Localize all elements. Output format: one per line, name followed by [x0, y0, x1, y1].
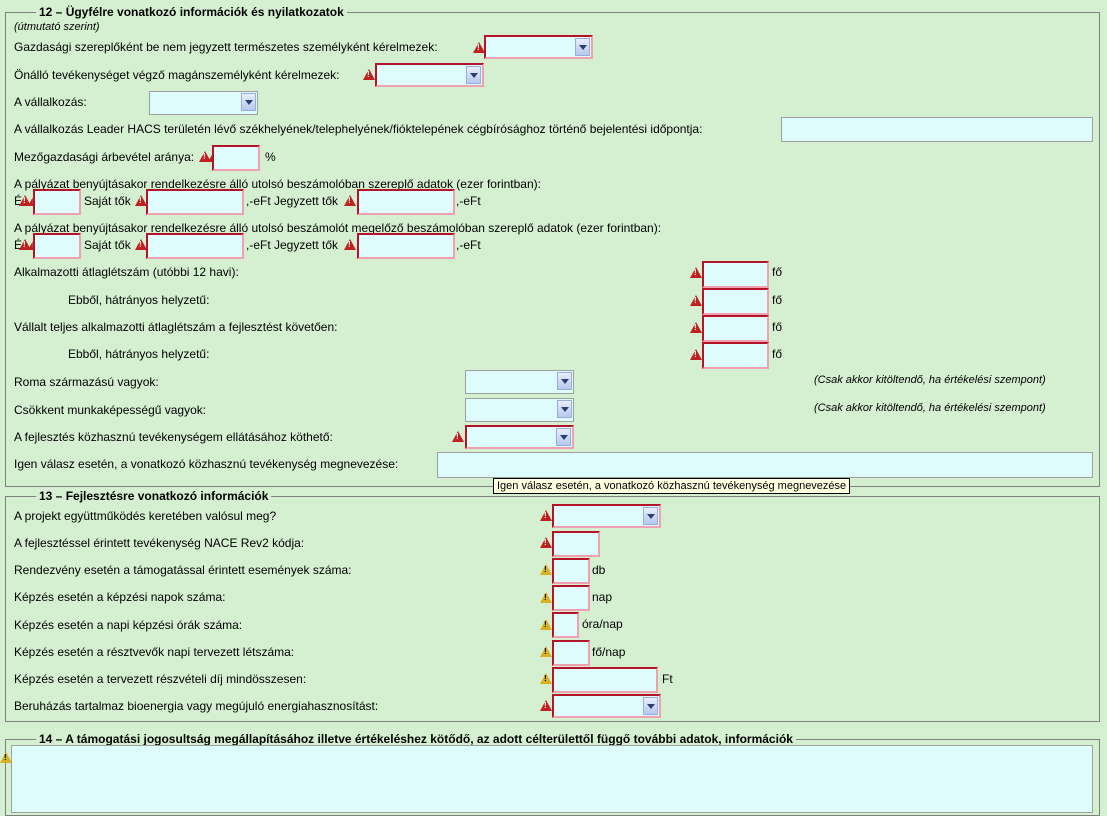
section-13-legend: 13 – Fejlesztésre vonatkozó információk	[36, 489, 272, 503]
select-bioenergia[interactable]	[552, 694, 661, 718]
note-roma: (Csak akkor kitöltendő, ha értékelési sz…	[814, 374, 1046, 386]
label-dij: Képzés esetén a tervezett részvételi díj…	[14, 672, 307, 686]
select-onallo[interactable]	[375, 63, 484, 87]
select-gazdasagi[interactable]	[484, 35, 593, 59]
input-napi-orak[interactable]	[552, 612, 579, 638]
warning-icon	[540, 510, 552, 521]
unit-ft: Ft	[662, 672, 673, 686]
section-12-legend: 12 – Ügyfélre vonatkozó információk és n…	[36, 5, 347, 19]
warning-icon	[344, 195, 356, 206]
label-beszamolo-2: A pályázat benyújtásakor rendelkezésre á…	[14, 221, 662, 235]
input-kepzesi-napok[interactable]	[552, 585, 590, 611]
unit-fo: fő	[772, 265, 783, 279]
warning-icon	[363, 69, 375, 80]
label-nace: A fejlesztéssel érintett tevékenység NAC…	[14, 536, 305, 550]
select-csokkent[interactable]	[465, 398, 574, 422]
warning-icon	[540, 646, 552, 657]
label-projekt: A projekt együttműködés keretében valósu…	[14, 509, 277, 523]
warning-icon	[452, 431, 464, 442]
label-napi-orak: Képzés esetén a napi képzési órák száma:	[14, 618, 243, 632]
chevron-down-icon	[643, 697, 658, 715]
label-eft: ,-eFt	[456, 238, 481, 252]
input-hatranyos-2[interactable]	[702, 342, 769, 369]
warning-icon	[690, 322, 702, 333]
input-mezogazdasagi[interactable]	[212, 145, 260, 171]
input-hatranyos-1[interactable]	[702, 288, 769, 315]
chevron-down-icon	[557, 372, 572, 390]
input-sajat-tok-2[interactable]	[146, 233, 244, 259]
label-eft: ,-eFt	[456, 194, 481, 208]
label-kozhasznu: A fejlesztés közhasznú tevékenységem ell…	[14, 430, 333, 444]
label-igen-valasz: Igen válasz esetén, a vonatkozó közhaszn…	[14, 457, 399, 471]
label-leader: A vállalkozás Leader HACS területén lévő…	[14, 122, 703, 136]
input-jegyzett-tok-2[interactable]	[357, 233, 455, 259]
warning-icon	[540, 700, 552, 711]
input-dij[interactable]	[552, 667, 658, 693]
input-e-1[interactable]	[33, 189, 81, 215]
chevron-down-icon	[575, 38, 590, 56]
warning-icon	[540, 564, 552, 575]
label-vallalkozas: A vállalkozás:	[14, 95, 87, 109]
unit-fo: fő	[772, 320, 783, 334]
unit-ora-nap: óra/nap	[582, 617, 623, 631]
label-rendezveny: Rendezvény esetén a támogatással érintet…	[14, 563, 352, 577]
select-projekt[interactable]	[552, 504, 661, 528]
warning-icon	[540, 592, 552, 603]
warning-icon	[690, 267, 702, 278]
input-leader-date[interactable]	[781, 117, 1093, 142]
chevron-down-icon	[556, 428, 571, 446]
label-alkalmazotti: Alkalmazotti átlaglétszám (utóbbi 12 hav…	[14, 265, 239, 279]
label-hatranyos-2: Ebből, hátrányos helyzetű:	[68, 347, 210, 361]
label-hatranyos-1: Ebből, hátrányos helyzetű:	[68, 293, 210, 307]
label-mezogazdasagi: Mezőgazdasági árbevétel aránya:	[14, 150, 195, 164]
label-kepzesi-napok: Képzés esetén a képzési napok száma:	[14, 590, 226, 604]
label-bioenergia: Beruházás tartalmaz bioenergia vagy megú…	[14, 699, 379, 713]
label-csokkent: Csökkent munkaképességű vagyok:	[14, 403, 207, 417]
label-resztvevok: Képzés esetén a résztvevők napi tervezet…	[14, 645, 295, 659]
input-alkalmazotti[interactable]	[702, 261, 769, 288]
warning-icon	[540, 619, 552, 630]
select-roma[interactable]	[465, 370, 574, 394]
chevron-down-icon	[241, 93, 256, 111]
chevron-down-icon	[643, 507, 658, 525]
chevron-down-icon	[466, 66, 481, 84]
textarea-tovabbi-adatok[interactable]	[11, 745, 1093, 813]
warning-icon	[344, 239, 356, 250]
input-vallalt[interactable]	[702, 315, 769, 342]
input-rendezveny[interactable]	[552, 558, 590, 584]
select-kozhasznu[interactable]	[465, 425, 574, 449]
input-sajat-tok-1[interactable]	[146, 189, 244, 215]
unit-nap: nap	[592, 590, 613, 604]
label-onallo: Önálló tevékenységet végző magánszemélyk…	[14, 68, 340, 82]
label-sajat-tok: Saját tők	[84, 238, 131, 252]
warning-icon	[690, 295, 702, 306]
percent-unit: %	[265, 150, 276, 164]
unit-fo: fő	[772, 293, 783, 307]
warning-icon	[540, 537, 552, 548]
tooltip: Igen válasz esetén, a vonatkozó közhaszn…	[493, 478, 851, 494]
label-roma: Roma származású vagyok:	[14, 375, 159, 389]
label-gazdasagi: Gazdasági szereplőként be nem jegyzett t…	[14, 40, 438, 54]
label-vallalt: Vállalt teljes alkalmazotti átlaglétszám…	[14, 320, 338, 334]
note-csokkent: (Csak akkor kitöltendő, ha értékelési sz…	[814, 402, 1046, 414]
warning-icon	[540, 673, 552, 684]
warning-icon	[690, 349, 702, 360]
chevron-down-icon	[557, 400, 572, 418]
select-vallalkozas[interactable]	[149, 91, 258, 115]
input-nace[interactable]	[552, 531, 600, 557]
label-beszamolo-1: A pályázat benyújtásakor rendelkezésre á…	[14, 177, 541, 191]
unit-fo-nap: fő/nap	[592, 645, 626, 659]
hint-text: (útmutató szerint)	[14, 21, 100, 33]
input-kozhasznu-megnevezes[interactable]	[437, 452, 1093, 478]
unit-db: db	[592, 563, 606, 577]
unit-fo: fő	[772, 347, 783, 361]
section-14-legend: 14 – A támogatási jogosultság megállapít…	[36, 732, 796, 746]
input-jegyzett-tok-1[interactable]	[357, 189, 455, 215]
label-jegyzett-tok: ,-eFt Jegyzett tők	[246, 238, 339, 252]
input-e-2[interactable]	[33, 233, 81, 259]
label-sajat-tok: Saját tők	[84, 194, 131, 208]
label-jegyzett-tok: ,-eFt Jegyzett tők	[246, 194, 339, 208]
input-resztvevok[interactable]	[552, 640, 590, 666]
